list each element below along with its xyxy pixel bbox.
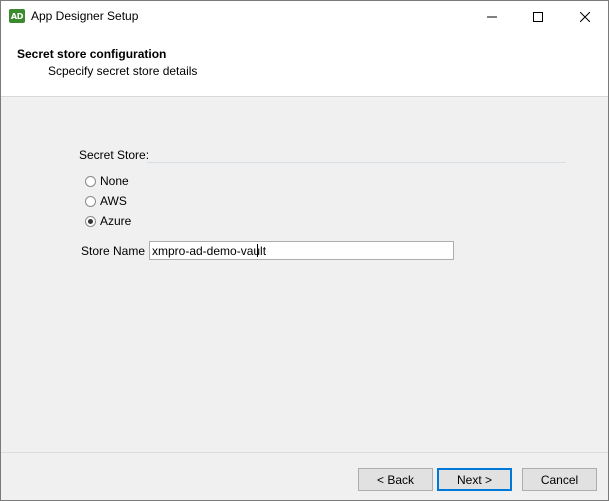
store-name-label: Store Name <box>81 244 146 258</box>
group-divider <box>147 162 566 163</box>
page-title: Secret store configuration <box>17 47 167 61</box>
radio-none-indicator[interactable] <box>85 175 96 187</box>
radio-aws-label: AWS <box>100 194 127 208</box>
header-banner: Secret store configuration Scpecify secr… <box>1 32 608 97</box>
next-button[interactable]: Next > <box>437 468 512 491</box>
close-icon <box>580 11 590 22</box>
radio-azure[interactable]: Azure <box>85 214 131 228</box>
radio-aws[interactable]: AWS <box>85 194 127 208</box>
minimize-icon <box>487 16 497 17</box>
title-bar: AD App Designer Setup <box>1 1 608 32</box>
maximize-button[interactable] <box>515 1 561 32</box>
maximize-icon <box>533 11 543 22</box>
minimize-button[interactable] <box>469 1 515 32</box>
text-caret <box>257 244 258 257</box>
cancel-button[interactable]: Cancel <box>522 468 597 491</box>
secret-store-group-label: Secret Store: <box>79 148 150 162</box>
window-title: App Designer Setup <box>31 9 139 23</box>
radio-azure-indicator[interactable] <box>85 215 96 227</box>
setup-window: AD App Designer Setup Secret store confi… <box>0 0 609 501</box>
app-designer-icon: AD <box>9 9 25 23</box>
radio-none[interactable]: None <box>85 174 129 188</box>
radio-aws-indicator[interactable] <box>85 195 96 207</box>
radio-azure-label: Azure <box>100 214 132 228</box>
footer-divider <box>1 452 608 453</box>
back-button[interactable]: < Back <box>358 468 433 491</box>
store-name-input[interactable] <box>149 241 454 260</box>
close-button[interactable] <box>562 1 608 32</box>
page-subtitle: Scpecify secret store details <box>48 64 198 78</box>
radio-none-label: None <box>100 174 129 188</box>
